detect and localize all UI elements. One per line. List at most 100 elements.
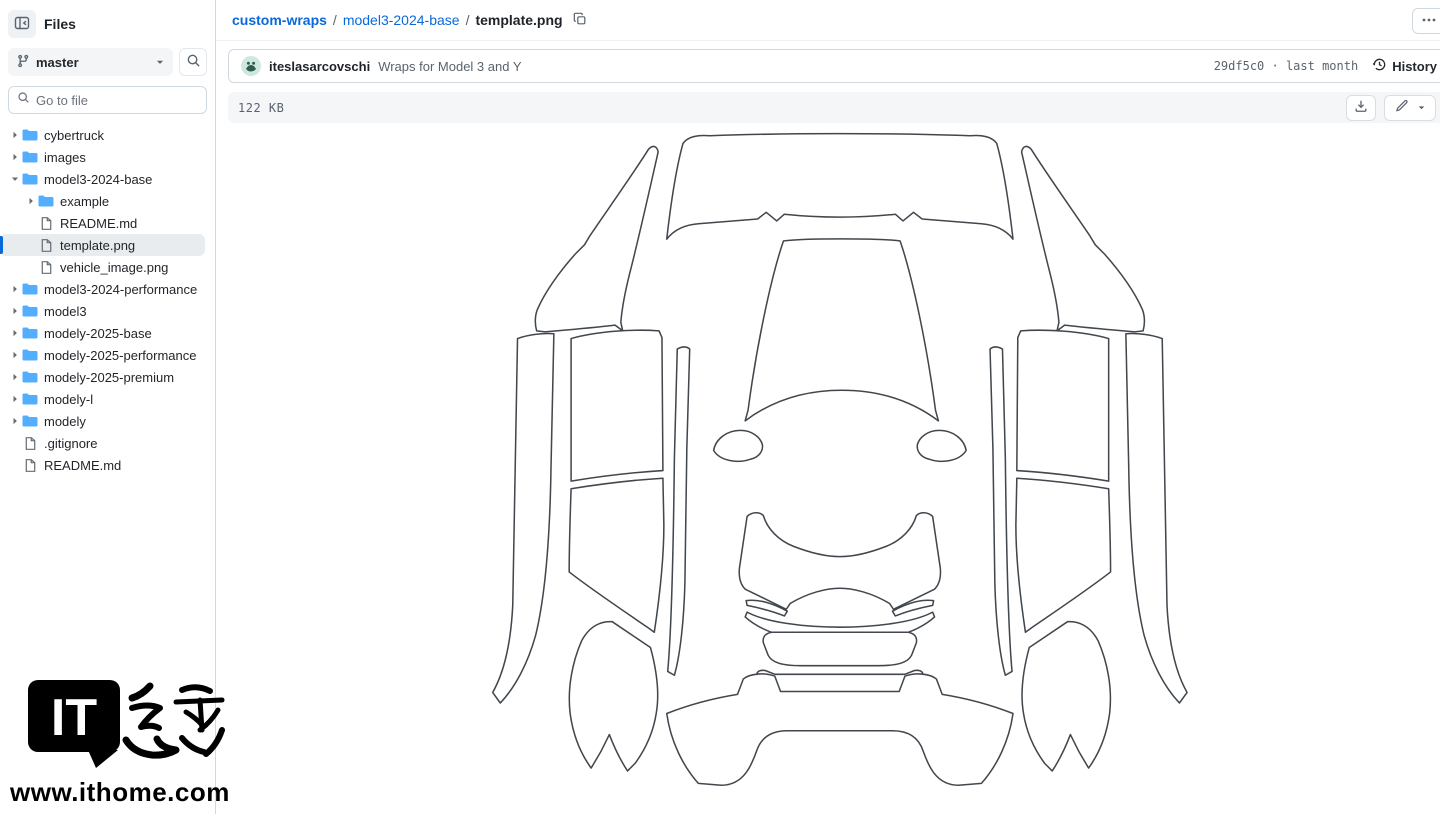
pencil-icon	[1395, 99, 1409, 116]
file-icon	[38, 215, 54, 231]
breadcrumb-current-file: template.png	[475, 12, 562, 28]
search-icon	[186, 53, 201, 71]
copy-path-button[interactable]	[573, 12, 587, 29]
chevron-right-icon	[8, 349, 22, 361]
ellipsis-icon	[1421, 12, 1437, 31]
file-icon	[22, 435, 38, 451]
breadcrumb-bar: custom-wraps / model3-2024-base / templa…	[216, 0, 1440, 41]
tree-item-modely-2025-base[interactable]: modely-2025-base	[0, 322, 205, 344]
tree-item-modely-2025-premium[interactable]: modely-2025-premium	[0, 366, 205, 388]
breadcrumb-separator: /	[333, 12, 337, 28]
commit-message[interactable]: Wraps for Model 3 and Y	[378, 59, 1214, 74]
tree-item-README.md[interactable]: README.md	[0, 212, 205, 234]
tree-item-label: .gitignore	[44, 436, 97, 451]
search-icon	[17, 91, 30, 109]
chevron-right-icon	[8, 305, 22, 317]
branch-name: master	[36, 55, 149, 70]
tree-item-label: model3-2024-performance	[44, 282, 197, 297]
folder-icon	[22, 347, 38, 363]
tree-item-label: README.md	[44, 458, 121, 473]
tree-item-README.md[interactable]: README.md	[0, 454, 205, 476]
folder-icon	[22, 127, 38, 143]
commit-author-link[interactable]: iteslasarcovschi	[269, 59, 370, 74]
folder-icon	[38, 193, 54, 209]
folder-icon	[22, 281, 38, 297]
file-tree: cybertruck images model3-2024-base example R…	[0, 124, 215, 476]
ithome-url: www.ithome.com	[10, 777, 240, 808]
file-preview-area	[228, 123, 1440, 791]
tree-item-label: example	[60, 194, 109, 209]
tree-item-label: README.md	[60, 216, 137, 231]
avatar[interactable]	[241, 56, 261, 76]
front-bumper-piece	[739, 513, 940, 609]
ithome-logo: IT	[10, 678, 230, 770]
go-to-file-box	[8, 86, 207, 114]
history-clock-icon	[1372, 57, 1387, 75]
chevron-right-icon	[8, 283, 22, 295]
edit-file-button-group[interactable]	[1384, 95, 1436, 121]
headlight-piece	[714, 430, 763, 461]
tree-item-label: model3	[44, 304, 87, 319]
tree-item-label: model3-2024-base	[44, 172, 152, 187]
chevron-right-icon	[24, 195, 38, 207]
tree-item-label: images	[44, 150, 86, 165]
file-icon	[38, 237, 54, 253]
tree-item-modely-l[interactable]: modely-l	[0, 388, 205, 410]
download-raw-button[interactable]	[1346, 95, 1376, 121]
tree-item-label: modely-l	[44, 392, 93, 407]
chevron-right-icon	[8, 327, 22, 339]
tree-item-.gitignore[interactable]: .gitignore	[0, 432, 205, 454]
folder-icon	[22, 325, 38, 341]
tree-item-label: modely	[44, 414, 86, 429]
tree-item-label: template.png	[60, 238, 135, 253]
tree-item-label: modely-2025-premium	[44, 370, 174, 385]
folder-icon	[22, 149, 38, 165]
tree-item-model3[interactable]: model3	[0, 300, 205, 322]
file-icon	[22, 457, 38, 473]
file-size: 122 KB	[238, 101, 284, 115]
tree-item-modely-2025-performance[interactable]: modely-2025-performance	[0, 344, 205, 366]
tree-item-example[interactable]: example	[0, 190, 205, 212]
template-image	[452, 131, 1222, 791]
branch-selector[interactable]: master	[8, 48, 173, 76]
chevron-right-icon	[8, 393, 22, 405]
history-button[interactable]: History	[1372, 57, 1437, 75]
latest-commit-bar: iteslasarcovschi Wraps for Model 3 and Y…	[228, 49, 1440, 83]
breadcrumb-dir-link[interactable]: model3-2024-base	[343, 12, 460, 28]
door-upper-piece	[571, 330, 663, 481]
pillar-strip-piece	[668, 347, 690, 675]
folder-icon	[22, 171, 38, 187]
go-to-file-input[interactable]	[36, 93, 212, 108]
chevron-down-icon	[155, 55, 165, 70]
file-meta-bar: 122 KB	[228, 92, 1440, 123]
folder-icon	[22, 303, 38, 319]
search-this-repo-button[interactable]	[179, 48, 207, 76]
tree-item-images[interactable]: images	[0, 146, 205, 168]
chevron-right-icon	[8, 415, 22, 427]
tree-item-model3-2024-base[interactable]: model3-2024-base	[0, 168, 205, 190]
tree-item-label: modely-2025-base	[44, 326, 152, 341]
breadcrumb: custom-wraps / model3-2024-base / templa…	[232, 12, 587, 29]
fender-piece	[535, 146, 658, 331]
it-logo-text: IT	[51, 689, 97, 747]
folder-icon	[22, 391, 38, 407]
tree-item-modely[interactable]: modely	[0, 410, 205, 432]
roof-windshield-piece	[667, 134, 1013, 239]
tree-item-vehicle_image.png[interactable]: vehicle_image.png	[0, 256, 205, 278]
file-icon	[38, 259, 54, 275]
breadcrumb-repo-link[interactable]: custom-wraps	[232, 12, 327, 28]
rocker-strip-piece	[493, 334, 554, 703]
collapse-sidebar-button[interactable]	[8, 10, 36, 38]
history-label: History	[1392, 59, 1437, 74]
chevron-right-icon	[8, 129, 22, 141]
tree-item-cybertruck[interactable]: cybertruck	[0, 124, 205, 146]
commit-sha-and-date: 29df5c0 · last month	[1214, 59, 1359, 73]
chevron-right-icon	[8, 173, 22, 185]
tree-item-label: vehicle_image.png	[60, 260, 168, 275]
chevron-right-icon	[8, 151, 22, 163]
ithome-cjk-logo	[126, 686, 222, 755]
more-options-button[interactable]	[1412, 8, 1440, 34]
tree-item-model3-2024-performance[interactable]: model3-2024-performance	[0, 278, 205, 300]
tree-item-template.png[interactable]: template.png	[0, 234, 205, 256]
folder-icon	[22, 369, 38, 385]
